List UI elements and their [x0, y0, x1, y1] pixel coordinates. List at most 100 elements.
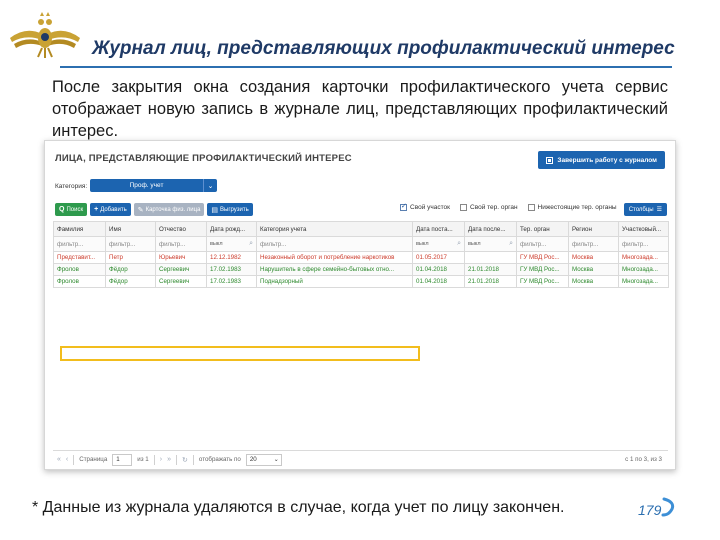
table-cell: Фёдор — [105, 275, 156, 288]
divider — [73, 454, 75, 465]
category-label: Категория: — [55, 183, 88, 190]
page-size-select[interactable]: 20 ⌄ — [245, 453, 282, 466]
checkbox-icon — [460, 204, 467, 211]
add-button-label: Добавить — [100, 206, 127, 213]
search-button[interactable]: Q Поиск — [55, 203, 88, 216]
column-header[interactable]: Тер. орган — [516, 221, 569, 237]
search-icon: ⌕ — [509, 240, 513, 247]
export-button[interactable]: ▤ Выгрузить — [207, 203, 253, 216]
pencil-icon: ✎ — [137, 206, 144, 214]
table-cell — [464, 251, 517, 264]
checkbox-checked-icon — [400, 202, 407, 211]
table-cell: 21.01.2018 — [464, 263, 517, 276]
table-cell: 17.02.1983 — [206, 263, 257, 276]
table-cell: Москва — [568, 275, 619, 288]
filter-input[interactable]: фильтр... — [256, 236, 413, 252]
table-cell: Нарушитель в сфере семейно-бытовых отно.… — [256, 263, 413, 276]
column-header[interactable]: Имя — [105, 221, 156, 237]
table-cell: Поднадзорный — [256, 275, 413, 288]
search-icon: Q — [59, 206, 65, 213]
next-page-icon[interactable]: › — [160, 456, 162, 463]
table-cell: Фролов — [53, 263, 106, 276]
lower-organs-label: Нижестоящие тер. органы — [537, 204, 617, 211]
last-page-icon[interactable]: » — [167, 456, 171, 463]
columns-button[interactable]: Столбцы ☰ — [623, 203, 667, 216]
chevron-down-icon: ⌄ — [273, 456, 279, 463]
divider — [153, 454, 155, 465]
table-cell: Фролов — [53, 275, 106, 288]
filter-input[interactable]: фильтр... — [105, 236, 156, 252]
footnote: * Данные из журнала удаляются в случае, … — [32, 499, 565, 516]
finish-journal-button[interactable]: Завершить работу с журналом — [538, 151, 665, 169]
column-header[interactable]: Участковый... — [618, 221, 669, 237]
table-cell: Сергеевич — [155, 263, 207, 276]
table-cell: Многозада... — [618, 275, 669, 288]
journal-window: ЛИЦА, ПРЕДСТАВЛЯЮЩИЕ ПРОФИЛАКТИЧЕСКИЙ ИН… — [44, 140, 676, 470]
filter-input[interactable]: фильтр... — [618, 236, 669, 252]
person-card-label: Карточка физ. лица — [145, 206, 201, 213]
own-organ-checkbox[interactable]: Свой тер. орган — [460, 204, 518, 211]
journal-title: ЛИЦА, ПРЕДСТАВЛЯЮЩИЕ ПРОФИЛАКТИЧЕСКИЙ ИН… — [55, 153, 352, 164]
column-header[interactable]: Фамилия — [53, 221, 106, 237]
column-header[interactable]: Отчество — [155, 221, 207, 237]
table-cell: 12.12.1982 — [206, 251, 257, 264]
table-cell: 01.04.2018 — [412, 275, 465, 288]
toolbar: Q Поиск + Добавить ✎ Карточка физ. лица … — [55, 203, 253, 216]
own-participant-checkbox[interactable]: Свой участок — [400, 202, 450, 211]
refresh-icon[interactable]: ↻ — [182, 456, 188, 464]
date-filter-value: выкл — [468, 241, 481, 247]
table-cell: Юрьевич — [155, 251, 207, 264]
pagination-bar: « ‹ Страница 1 из 1 › » ↻ отображать по … — [53, 450, 668, 468]
intro-text: После закрытия окна создания карточки пр… — [52, 78, 668, 140]
date-filter[interactable]: выкл ⌕ — [464, 236, 517, 252]
column-header[interactable]: Регион — [568, 221, 619, 237]
add-button[interactable]: + Добавить — [90, 203, 131, 216]
finish-journal-label: Завершить работу с журналом — [557, 156, 657, 164]
own-organ-label: Свой тер. орган — [470, 204, 518, 211]
person-card-button[interactable]: ✎ Карточка физ. лица — [133, 203, 205, 216]
column-header[interactable]: Дата после... — [464, 221, 517, 237]
date-filter-value: выкл — [210, 241, 223, 247]
first-page-icon[interactable]: « — [57, 456, 61, 463]
menu-icon: ☰ — [656, 207, 662, 213]
table-cell: Многозада... — [618, 251, 669, 264]
checkbox-icon — [527, 204, 535, 211]
table-row[interactable]: Представит... Петр Юрьевич 12.12.1982 Не… — [53, 251, 669, 264]
filter-input[interactable]: фильтр... — [155, 236, 207, 252]
table-cell: 01.04.2018 — [412, 263, 465, 276]
table-header-row: Фамилия Имя Отчество Дата рожд... Катего… — [53, 221, 669, 237]
table-cell: Петр — [105, 251, 156, 264]
page-size-label: отображать по — [198, 456, 241, 463]
title-underline — [90, 66, 672, 68]
table-cell: Представит... — [53, 251, 106, 264]
filter-input[interactable]: фильтр... — [568, 236, 619, 252]
lower-organs-checkbox[interactable]: Нижестоящие тер. органы — [527, 204, 617, 211]
new-record-highlight — [60, 346, 420, 361]
column-header[interactable]: Дата поста... — [412, 221, 465, 237]
filter-input[interactable]: фильтр... — [53, 236, 106, 252]
category-select[interactable]: Проф. учет ⌄ — [90, 179, 217, 192]
table-row[interactable]: Фролов Фёдор Сергеевич 17.02.1983 Наруши… — [53, 263, 669, 276]
table-row[interactable]: Фролов Фёдор Сергеевич 17.02.1983 Поднад… — [53, 275, 669, 288]
column-header[interactable]: Категория учета — [256, 221, 413, 237]
export-button-label: Выгрузить — [220, 206, 249, 213]
date-filter[interactable]: выкл ⌕ — [206, 236, 257, 252]
export-icon: ▤ — [211, 206, 219, 214]
page-size-value: 20 — [249, 456, 257, 463]
table-cell: Фёдор — [105, 263, 156, 276]
date-filter[interactable]: выкл ⌕ — [412, 236, 465, 252]
eagle-emblem-icon — [10, 12, 80, 58]
table-cell: 17.02.1983 — [206, 275, 257, 288]
filter-input[interactable]: фильтр... — [516, 236, 569, 252]
slide-title: Журнал лиц, представляющих профилактичес… — [92, 38, 675, 59]
scope-filters: Свой участок Свой тер. орган Нижестоящие… — [400, 202, 617, 211]
page-number-input[interactable]: 1 — [112, 453, 133, 466]
prev-page-icon[interactable]: ‹ — [66, 456, 68, 463]
journal-table: Фамилия Имя Отчество Дата рожд... Катего… — [53, 221, 669, 361]
table-filter-row: фильтр... фильтр... фильтр... выкл ⌕ филь… — [53, 236, 669, 252]
table-cell: Москва — [568, 251, 619, 264]
table-cell: ГУ МВД Рос... — [516, 263, 569, 276]
records-range: с 1 по 3, из 3 — [625, 456, 662, 463]
columns-button-label: Столбцы — [628, 206, 654, 213]
column-header[interactable]: Дата рожд... — [206, 221, 257, 237]
